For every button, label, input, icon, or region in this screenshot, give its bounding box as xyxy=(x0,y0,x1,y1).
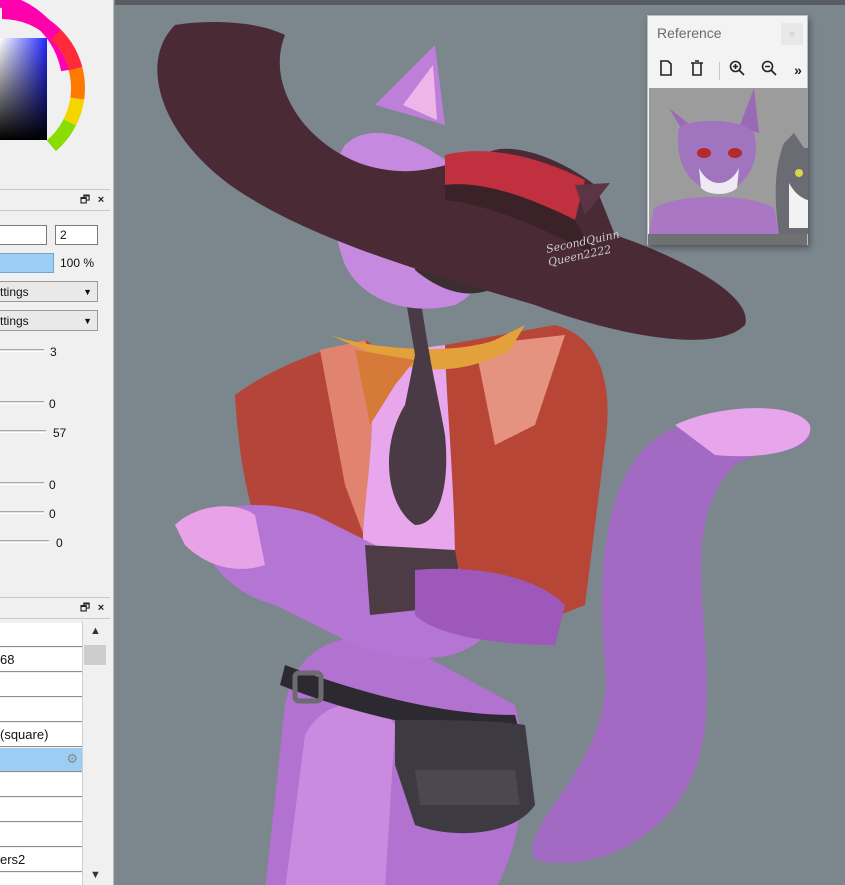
opacity-value: 100 % xyxy=(60,256,95,270)
new-file-icon[interactable] xyxy=(656,60,676,80)
list-item[interactable]: 68 xyxy=(0,648,82,672)
paint-app-window: 🗗 × 2 100 % ttings ▼ ttings ▼ 3 0 57 0 0… xyxy=(0,0,845,885)
slider-3[interactable] xyxy=(0,430,46,433)
list-item[interactable] xyxy=(0,823,82,847)
chevron-down-icon: ▼ xyxy=(83,287,92,297)
zoom-out-icon[interactable] xyxy=(759,60,779,80)
brush-size-field[interactable] xyxy=(0,225,47,245)
dropdown-2-label: ttings xyxy=(0,314,29,328)
list-item[interactable] xyxy=(0,698,82,722)
gear-icon[interactable]: ⚙ xyxy=(66,752,78,766)
left-dock: 🗗 × 2 100 % ttings ▼ ttings ▼ 3 0 57 0 0… xyxy=(0,0,114,885)
list-item[interactable]: ers2 xyxy=(0,848,82,872)
chevron-up-icon[interactable]: ▲ xyxy=(90,625,101,637)
reference-toolbar: » xyxy=(648,56,807,84)
brush-settings-dropdown-1[interactable]: ttings ▼ xyxy=(0,281,98,302)
scrollbar-thumb[interactable] xyxy=(84,645,106,665)
trash-icon[interactable] xyxy=(687,60,707,80)
toolbar-divider xyxy=(719,62,720,80)
list-item[interactable]: (square) xyxy=(0,723,82,747)
slider-5-value: 0 xyxy=(49,507,56,521)
reference-image[interactable] xyxy=(649,88,808,234)
slider-2-value: 0 xyxy=(49,397,56,411)
slider-1-value: 3 xyxy=(50,345,57,359)
color-wheel-panel xyxy=(0,0,114,185)
brush-panel-header: 🗗 × xyxy=(0,189,110,211)
list-item[interactable] xyxy=(0,873,82,885)
reference-window[interactable]: Reference × » xyxy=(647,15,808,245)
list-item[interactable] xyxy=(0,773,82,797)
list-item[interactable] xyxy=(0,623,82,647)
slider-4[interactable] xyxy=(0,482,44,485)
slider-5[interactable] xyxy=(0,511,44,514)
slider-3-value: 57 xyxy=(53,426,67,440)
undock-icon[interactable]: 🗗 xyxy=(78,193,92,207)
close-icon[interactable]: × xyxy=(94,601,108,615)
slider-1[interactable] xyxy=(0,349,44,352)
list-item-label: ers2 xyxy=(0,852,26,867)
brush-size-value-field[interactable]: 2 xyxy=(55,225,98,245)
list-item[interactable] xyxy=(0,673,82,697)
slider-2[interactable] xyxy=(0,401,44,404)
close-icon[interactable]: × xyxy=(781,23,803,45)
color-wheel[interactable] xyxy=(0,0,114,185)
undock-icon[interactable]: 🗗 xyxy=(78,601,92,615)
slider-6[interactable] xyxy=(0,540,49,543)
list-item[interactable] xyxy=(0,798,82,822)
dropdown-1-label: ttings xyxy=(0,285,29,299)
slider-4-value: 0 xyxy=(49,478,56,492)
list-item-label: (square) xyxy=(0,727,49,742)
slider-6-value: 0 xyxy=(56,536,63,550)
list-item-selected[interactable]: ⚙ xyxy=(0,748,82,772)
list-item-label: 68 xyxy=(0,652,15,667)
reference-title: Reference xyxy=(657,25,722,41)
close-icon[interactable]: × xyxy=(94,193,108,207)
zoom-in-icon[interactable] xyxy=(727,60,747,80)
list-scrollbar[interactable]: ▲ ▼ xyxy=(82,621,106,885)
brush-settings-dropdown-2[interactable]: ttings ▼ xyxy=(0,310,98,331)
opacity-bar[interactable] xyxy=(0,253,54,273)
chevron-down-icon: ▼ xyxy=(83,316,92,326)
reference-statusbar xyxy=(648,234,807,245)
more-tools-icon[interactable]: » xyxy=(788,60,808,80)
chevron-down-icon[interactable]: ▼ xyxy=(90,869,101,881)
sub-tool-panel-header: 🗗 × xyxy=(0,597,110,619)
